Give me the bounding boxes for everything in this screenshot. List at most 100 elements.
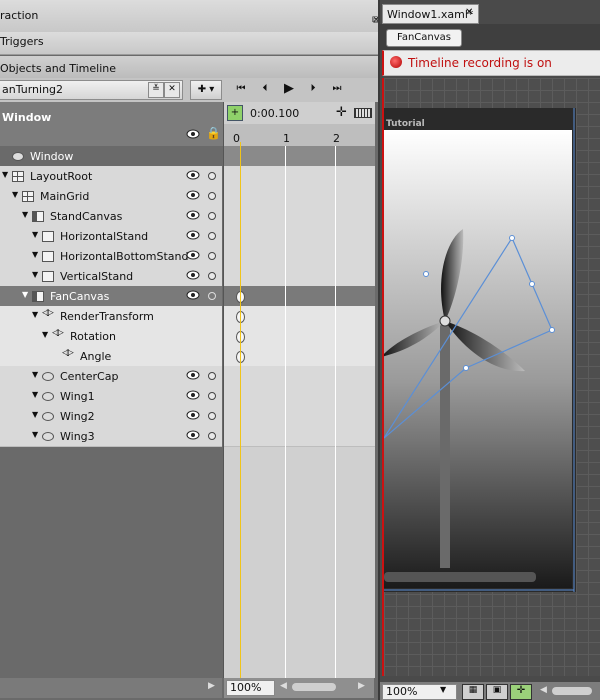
eye-icon[interactable] xyxy=(186,249,200,261)
handle-right[interactable] xyxy=(529,281,535,287)
artboard[interactable]: Tutorial xyxy=(382,78,600,676)
lock-toggle[interactable] xyxy=(208,232,216,240)
expander-icon[interactable]: ▼ xyxy=(12,190,18,199)
eye-icon[interactable] xyxy=(186,389,200,401)
lock-toggle[interactable] xyxy=(208,412,216,420)
tree-item-wing3[interactable]: ▼ Wing3 xyxy=(0,426,222,447)
lock-toggle[interactable] xyxy=(208,172,216,180)
timeline-track[interactable] xyxy=(224,346,375,367)
previous-frame-icon[interactable]: ⏴ xyxy=(256,81,274,97)
eye-icon[interactable] xyxy=(186,289,200,301)
snap-grid-icon[interactable]: ▣ xyxy=(486,684,508,700)
snap-icon[interactable]: ✛ xyxy=(336,105,347,120)
expander-icon[interactable]: ▼ xyxy=(42,330,48,339)
timeline-track[interactable] xyxy=(224,186,375,207)
expander-icon[interactable]: ▼ xyxy=(32,430,38,439)
document-tab[interactable]: Window1.xaml* ✕ xyxy=(382,4,479,24)
eye-icon[interactable] xyxy=(186,429,200,441)
timeline-track[interactable] xyxy=(224,206,375,227)
tree-item-angle[interactable]: ◁▷ Angle xyxy=(0,346,222,367)
scroll-right-icon-2[interactable]: ▶ xyxy=(358,681,365,691)
eye-icon[interactable] xyxy=(186,369,200,381)
lock-toggle[interactable] xyxy=(208,212,216,220)
close-storyboard-icon[interactable]: ✕ xyxy=(164,82,180,98)
recording-icon[interactable] xyxy=(390,56,402,68)
lock-toggle[interactable] xyxy=(208,392,216,400)
lock-toggle[interactable] xyxy=(208,192,216,200)
vertical-stand[interactable] xyxy=(440,318,450,568)
timeline-track-area[interactable] xyxy=(223,142,375,678)
next-frame-icon[interactable]: ⏵ xyxy=(304,81,322,97)
record-keyframe-icon[interactable]: + xyxy=(227,105,243,121)
breadcrumb[interactable]: FanCanvas xyxy=(386,29,462,47)
timeline-track[interactable] xyxy=(224,246,375,267)
expander-icon[interactable]: ▼ xyxy=(32,270,38,279)
tree-item-rotation[interactable]: ▼ ◁▷ Rotation xyxy=(0,326,222,347)
timeline-track[interactable] xyxy=(224,326,375,347)
tree-item-horizontalstand[interactable]: ▼ HorizontalStand xyxy=(0,226,222,247)
timeline-track[interactable] xyxy=(224,166,375,187)
lock-toggle[interactable] xyxy=(208,252,216,260)
tree-item-fancanvas[interactable]: ▼ FanCanvas xyxy=(0,286,222,307)
tree-item-horizontalbottomstand[interactable]: ▼ HorizontalBottomStand xyxy=(0,246,222,267)
timeline-track[interactable] xyxy=(224,426,375,447)
tree-item-wing1[interactable]: ▼ Wing1 xyxy=(0,386,222,407)
tree-item-centercap[interactable]: ▼ CenterCap xyxy=(0,366,222,387)
chevron-down-icon[interactable]: ≚ xyxy=(148,82,164,98)
eye-icon[interactable] xyxy=(186,269,200,281)
tree-item-verticalstand[interactable]: ▼ VerticalStand xyxy=(0,266,222,287)
last-frame-icon[interactable]: ⏭ xyxy=(328,81,346,97)
handle-left[interactable] xyxy=(423,271,429,277)
eye-icon[interactable] xyxy=(186,209,200,221)
tree-item-maingrid[interactable]: ▼ MainGrid xyxy=(0,186,222,207)
playhead[interactable] xyxy=(240,142,241,678)
objects-timeline-header[interactable]: Objects and Timeline xyxy=(0,56,378,79)
handle-top[interactable] xyxy=(509,235,515,241)
lock-toggle[interactable] xyxy=(208,432,216,440)
timeline-track[interactable] xyxy=(224,406,375,427)
ruler-icon[interactable] xyxy=(354,108,372,118)
artboard-canvas[interactable]: Tutorial xyxy=(384,78,600,676)
handle-corner[interactable] xyxy=(549,327,555,333)
triggers-header[interactable]: Triggers xyxy=(0,32,378,55)
expander-icon[interactable]: ▼ xyxy=(22,210,28,219)
scroll-right-icon[interactable]: ▶ xyxy=(208,681,215,691)
center-cap[interactable] xyxy=(439,315,451,327)
tree-item-standcanvas[interactable]: ▼ StandCanvas xyxy=(0,206,222,227)
first-frame-icon[interactable]: ⏮ xyxy=(232,81,250,97)
expander-icon[interactable]: ▼ xyxy=(32,310,38,319)
timeline-track[interactable] xyxy=(224,366,375,387)
horizontal-stand[interactable] xyxy=(384,572,536,582)
scroll-left-icon[interactable]: ◀ xyxy=(280,681,287,691)
time-display[interactable]: 0:00.100 xyxy=(250,107,299,120)
lock-icon[interactable]: 🔒 xyxy=(206,126,221,140)
lock-toggle[interactable] xyxy=(208,292,216,300)
timeline-track[interactable] xyxy=(224,146,375,167)
expander-icon[interactable]: ▼ xyxy=(22,290,28,299)
handle-bottom[interactable] xyxy=(463,365,469,371)
timeline-track[interactable] xyxy=(224,286,375,307)
timeline-ruler[interactable]: 0 1 2 xyxy=(223,124,375,146)
timeline-track[interactable] xyxy=(224,306,375,327)
eye-icon[interactable] xyxy=(186,409,200,421)
tree-item-layoutroot[interactable]: ▼ LayoutRoot xyxy=(0,166,222,187)
eye-icon[interactable] xyxy=(186,229,200,241)
tree-item-rendertransform[interactable]: ▼ ◁▷ RenderTransform xyxy=(0,306,222,327)
expander-icon[interactable]: ▼ xyxy=(32,370,38,379)
artboard-scroll-thumb[interactable] xyxy=(552,687,592,695)
eye-icon[interactable] xyxy=(186,189,200,201)
play-icon[interactable]: ▶ xyxy=(280,81,298,97)
timeline-scroll-thumb[interactable] xyxy=(292,683,336,691)
expander-icon[interactable]: ▼ xyxy=(32,390,38,399)
tree-horizontal-scrollbar[interactable]: ▶ xyxy=(0,678,222,698)
timeline-track[interactable] xyxy=(224,226,375,247)
snap-to-snaplines-icon[interactable]: ✛ xyxy=(510,684,532,700)
tree-item-wing2[interactable]: ▼ Wing2 xyxy=(0,406,222,427)
timeline-track[interactable] xyxy=(224,386,375,407)
expander-icon[interactable]: ▼ xyxy=(32,250,38,259)
expander-icon[interactable]: ▼ xyxy=(2,170,8,179)
timeline-track[interactable] xyxy=(224,266,375,287)
lock-toggle[interactable] xyxy=(208,372,216,380)
tree-item-window[interactable]: Window xyxy=(0,146,222,167)
close-tab-icon[interactable]: ✕ xyxy=(465,7,473,18)
